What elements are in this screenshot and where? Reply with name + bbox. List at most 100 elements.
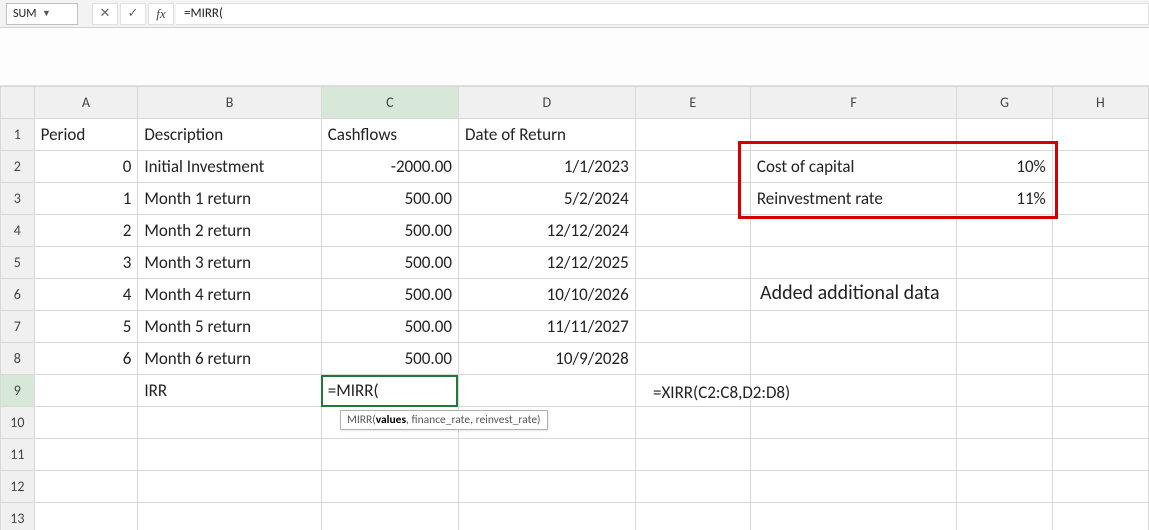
row-header-2[interactable]: 2 (1, 151, 35, 183)
formula-input[interactable]: =MIRR( (176, 3, 1149, 25)
cell-C12[interactable] (321, 471, 458, 503)
cell-E12[interactable] (635, 471, 750, 503)
cancel-formula-button[interactable]: ✕ (92, 3, 118, 25)
cell-B9[interactable]: IRR (138, 375, 321, 407)
cell-C4[interactable]: 500.00 (321, 215, 458, 247)
cell-B5[interactable]: Month 3 return (138, 247, 321, 279)
cell-D1[interactable]: Date of Return (458, 119, 635, 151)
cell-B4[interactable]: Month 2 return (138, 215, 321, 247)
cell-H10[interactable] (1052, 407, 1148, 439)
col-header-F[interactable]: F (750, 87, 957, 119)
function-tooltip[interactable]: MIRR(values, finance_rate, reinvest_rate… (340, 410, 548, 430)
cell-E4[interactable] (635, 215, 750, 247)
cell-H5[interactable] (1052, 247, 1148, 279)
cell-A11[interactable] (34, 439, 138, 471)
cell-H13[interactable] (1052, 503, 1148, 530)
row-header-5[interactable]: 5 (1, 247, 35, 279)
cell-C8[interactable]: 500.00 (321, 343, 458, 375)
cell-A2[interactable]: 0 (34, 151, 138, 183)
row-header-11[interactable]: 11 (1, 439, 35, 471)
cell-D5[interactable]: 12/12/2025 (458, 247, 635, 279)
cell-G4[interactable] (957, 215, 1052, 247)
insert-function-button[interactable]: fx (148, 3, 174, 25)
cell-B11[interactable] (138, 439, 321, 471)
cell-E6[interactable] (635, 279, 750, 311)
cell-C6[interactable]: 500.00 (321, 279, 458, 311)
cell-B8[interactable]: Month 6 return (138, 343, 321, 375)
cell-F5[interactable] (750, 247, 957, 279)
cell-A6[interactable]: 4 (34, 279, 138, 311)
row-header-13[interactable]: 13 (1, 503, 35, 530)
cell-C5[interactable]: 500.00 (321, 247, 458, 279)
row-header-4[interactable]: 4 (1, 215, 35, 247)
cell-B13[interactable] (138, 503, 321, 530)
cell-G10[interactable] (957, 407, 1052, 439)
col-header-E[interactable]: E (635, 87, 750, 119)
cell-A10[interactable] (34, 407, 138, 439)
cell-A9[interactable] (34, 375, 138, 407)
cell-G3[interactable]: 11% (957, 183, 1052, 215)
cell-H12[interactable] (1052, 471, 1148, 503)
cell-A4[interactable]: 2 (34, 215, 138, 247)
cell-A1[interactable]: Period (34, 119, 138, 151)
cell-E3[interactable] (635, 183, 750, 215)
cell-D7[interactable]: 11/11/2027 (458, 311, 635, 343)
cell-C9[interactable]: =MIRR( (321, 375, 458, 407)
cell-E11[interactable] (635, 439, 750, 471)
cell-F2[interactable]: Cost of capital (750, 151, 957, 183)
cell-E2[interactable] (635, 151, 750, 183)
cell-D13[interactable] (458, 503, 635, 530)
cell-H6[interactable] (1052, 279, 1148, 311)
cell-G5[interactable] (957, 247, 1052, 279)
cell-F3[interactable]: Reinvestment rate (750, 183, 957, 215)
cell-C3[interactable]: 500.00 (321, 183, 458, 215)
chevron-down-icon[interactable]: ▼ (42, 8, 71, 19)
cell-H4[interactable] (1052, 215, 1148, 247)
row-header-6[interactable]: 6 (1, 279, 35, 311)
cell-C13[interactable] (321, 503, 458, 530)
cell-D11[interactable] (458, 439, 635, 471)
cell-C1[interactable]: Cashflows (321, 119, 458, 151)
row-header-10[interactable]: 10 (1, 407, 35, 439)
cell-D8[interactable]: 10/9/2028 (458, 343, 635, 375)
row-header-3[interactable]: 3 (1, 183, 35, 215)
cell-H11[interactable] (1052, 439, 1148, 471)
row-header-12[interactable]: 12 (1, 471, 35, 503)
col-header-D[interactable]: D (458, 87, 635, 119)
cell-E5[interactable] (635, 247, 750, 279)
cell-H1[interactable] (1052, 119, 1148, 151)
cell-B12[interactable] (138, 471, 321, 503)
row-header-8[interactable]: 8 (1, 343, 35, 375)
cell-G8[interactable] (957, 343, 1052, 375)
cell-E7[interactable] (635, 311, 750, 343)
cell-G11[interactable] (957, 439, 1052, 471)
cell-C2[interactable]: -2000.00 (321, 151, 458, 183)
cell-E13[interactable] (635, 503, 750, 530)
col-header-H[interactable]: H (1052, 87, 1148, 119)
cell-E10[interactable] (635, 407, 750, 439)
row-header-1[interactable]: 1 (1, 119, 35, 151)
cell-H2[interactable] (1052, 151, 1148, 183)
cell-C11[interactable] (321, 439, 458, 471)
cell-F7[interactable] (750, 311, 957, 343)
cell-G7[interactable] (957, 311, 1052, 343)
cell-D4[interactable]: 12/12/2024 (458, 215, 635, 247)
cell-B2[interactable]: Initial Investment (138, 151, 321, 183)
cell-H7[interactable] (1052, 311, 1148, 343)
cell-B1[interactable]: Description (138, 119, 321, 151)
col-header-A[interactable]: A (34, 87, 138, 119)
cell-E8[interactable] (635, 343, 750, 375)
cell-H3[interactable] (1052, 183, 1148, 215)
cell-B7[interactable]: Month 5 return (138, 311, 321, 343)
col-header-B[interactable]: B (138, 87, 321, 119)
cell-G1[interactable] (957, 119, 1052, 151)
cell-G13[interactable] (957, 503, 1052, 530)
cell-E1[interactable] (635, 119, 750, 151)
cell-B3[interactable]: Month 1 return (138, 183, 321, 215)
cell-H8[interactable] (1052, 343, 1148, 375)
cell-G2[interactable]: 10% (957, 151, 1052, 183)
cell-B10[interactable] (138, 407, 321, 439)
cell-A5[interactable]: 3 (34, 247, 138, 279)
cell-G9[interactable] (957, 375, 1052, 407)
cell-F6[interactable] (750, 279, 957, 311)
